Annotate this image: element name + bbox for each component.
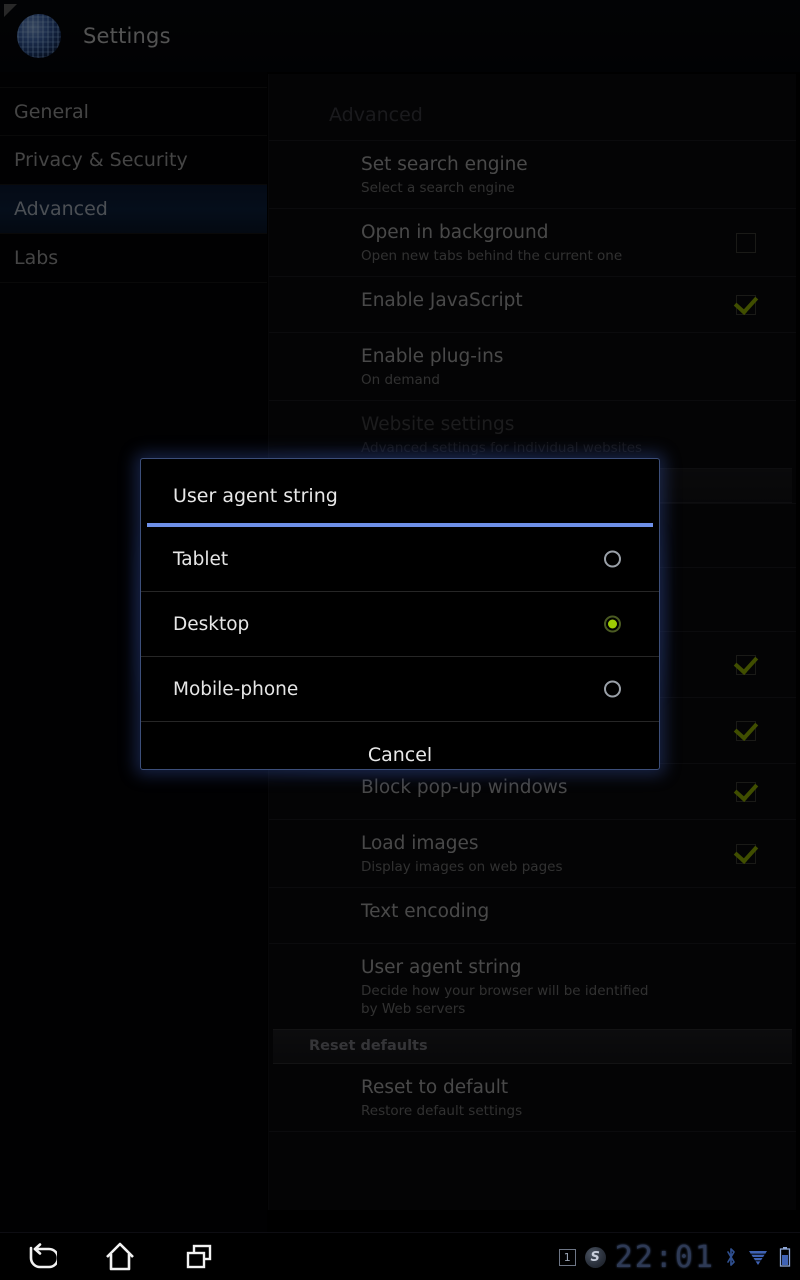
checkbox-open-in-background[interactable] <box>736 232 756 253</box>
dialog-option-desktop[interactable]: Desktop <box>141 592 659 657</box>
row-title: Enable plug-ins <box>361 346 504 367</box>
sidebar-item-label: Privacy & Security <box>14 149 188 171</box>
sidebar-item-label: General <box>14 100 89 123</box>
skype-icon[interactable]: S <box>584 1246 606 1268</box>
dialog-option-label: Mobile-phone <box>173 678 299 700</box>
sidebar-item-labs[interactable]: Labs <box>0 234 267 283</box>
row-title: Text encoding <box>361 901 490 922</box>
screen-root: Settings General Privacy & Security Adva… <box>0 0 800 1280</box>
radio-mobile-phone[interactable] <box>604 680 621 698</box>
home-button[interactable] <box>80 1241 160 1273</box>
radio-tablet[interactable] <box>604 550 621 568</box>
clock[interactable]: 22:01 <box>615 1240 715 1275</box>
row-title: Enable JavaScript <box>361 290 523 311</box>
setting-row-text-encoding[interactable]: Text encoding <box>269 887 796 943</box>
row-subtitle: On demand <box>361 372 440 388</box>
sidebar-item-privacy-security[interactable]: Privacy & Security <box>0 136 267 185</box>
setting-row-reset-to-default[interactable]: Reset to default Restore default setting… <box>269 1064 796 1131</box>
row-title: Set search engine <box>361 154 528 175</box>
row-title: Website settings <box>361 414 515 435</box>
notification-count-badge[interactable]: 1 <box>558 1248 576 1266</box>
setting-row-load-images[interactable]: Load images Display images on web pages <box>269 819 796 887</box>
wifi-icon <box>747 1247 769 1267</box>
dialog-option-label: Desktop <box>173 613 250 635</box>
sidebar-item-label: Labs <box>14 247 59 269</box>
row-subtitle: Decide how your browser will be identifi… <box>361 983 649 1017</box>
status-area[interactable]: 1 S 22:01 <box>558 1233 792 1280</box>
bluetooth-icon <box>724 1246 738 1268</box>
user-agent-dialog-wrapper: User agent string Tablet Desktop Mobile-… <box>130 449 670 779</box>
setting-row-enable-plugins[interactable]: Enable plug-ins On demand <box>269 332 796 400</box>
row-subtitle: Restore default settings <box>361 1103 523 1119</box>
setting-row-user-agent-string[interactable]: User agent string Decide how your browse… <box>269 943 796 1029</box>
browser-globe-icon <box>17 14 61 58</box>
system-navigation-bar: 1 S 22:01 <box>0 1232 800 1280</box>
dialog-option-mobile-phone[interactable]: Mobile-phone <box>141 657 659 722</box>
section-header-reset-defaults: Reset defaults <box>273 1029 792 1064</box>
sidebar-item-general[interactable]: General <box>0 87 267 136</box>
sidebar-item-advanced[interactable]: Advanced <box>0 185 267 234</box>
panel-heading: Advanced <box>329 104 423 126</box>
row-subtitle: Select a search engine <box>361 180 515 196</box>
row-subtitle: Open new tabs behind the current one <box>361 248 623 264</box>
back-button[interactable] <box>0 1242 80 1272</box>
recent-apps-button[interactable] <box>160 1242 240 1272</box>
dialog-option-label: Tablet <box>173 548 229 570</box>
setting-row-set-search-engine[interactable]: Set search engine Select a search engine <box>269 140 796 208</box>
cancel-button[interactable]: Cancel <box>141 722 659 769</box>
battery-icon <box>778 1246 792 1268</box>
setting-row-enable-javascript[interactable]: Enable JavaScript <box>269 276 796 332</box>
checkbox-enable-javascript[interactable] <box>736 294 756 315</box>
row-subtitle: Display images on web pages <box>361 859 563 875</box>
radio-desktop[interactable] <box>604 615 621 633</box>
dialog-option-tablet[interactable]: Tablet <box>141 527 659 592</box>
page-title: Settings <box>83 24 171 48</box>
dialog-title: User agent string <box>173 485 338 507</box>
row-title: Load images <box>361 833 479 854</box>
row-title: Reset to default <box>361 1077 509 1098</box>
checkbox-hidden-c[interactable] <box>736 654 756 675</box>
checkbox-block-popups[interactable] <box>736 781 756 802</box>
recent-apps-icon <box>183 1242 217 1272</box>
checkbox-hidden-d[interactable] <box>736 720 756 741</box>
action-bar: Settings <box>0 0 800 72</box>
row-title: User agent string <box>361 957 522 978</box>
home-icon <box>103 1241 137 1273</box>
sidebar-item-label: Advanced <box>14 198 108 220</box>
user-agent-dialog: User agent string Tablet Desktop Mobile-… <box>140 458 660 770</box>
panel-bottom-spacer <box>269 1131 796 1161</box>
row-title: Open in background <box>361 222 549 243</box>
checkbox-load-images[interactable] <box>736 843 756 864</box>
corner-marker-icon <box>4 4 17 17</box>
setting-row-open-in-background[interactable]: Open in background Open new tabs behind … <box>269 208 796 276</box>
back-arrow-icon <box>23 1242 57 1272</box>
